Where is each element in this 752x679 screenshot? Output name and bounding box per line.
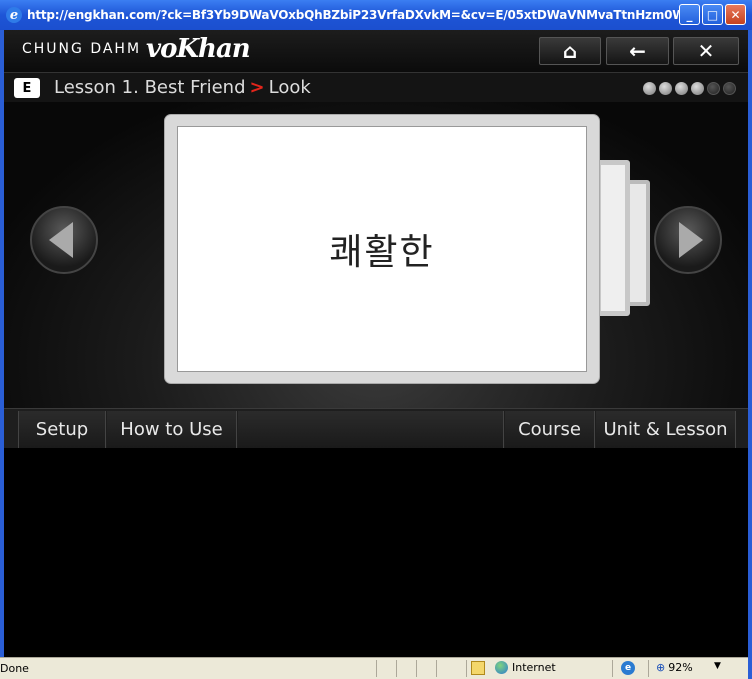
globe-icon — [495, 661, 508, 674]
window-title: http://engkhan.com/?ck=Bf3Yb9DWaVOxbQhBZ… — [27, 8, 697, 22]
previous-card-button[interactable] — [30, 206, 98, 274]
window-controls: _ □ ✕ — [679, 4, 746, 25]
flashcard[interactable]: 쾌활한 — [164, 114, 600, 384]
progress-dots — [643, 82, 736, 95]
flashcard-face: 쾌활한 — [177, 126, 587, 372]
zoom-level: 92% — [668, 661, 693, 674]
stacked-card — [596, 160, 630, 316]
title-bar: e http://engkhan.com/?ck=Bf3Yb9DWaVOxbQh… — [0, 0, 752, 30]
unit-lesson-button[interactable]: Unit & Lesson — [596, 411, 736, 448]
flashcard-stage: 쾌활한 — [4, 102, 748, 408]
left-arrow-icon — [49, 222, 73, 258]
brand-text: CHUNG DAHM — [22, 41, 142, 57]
maximize-button[interactable]: □ — [702, 4, 723, 25]
back-arrow-icon: ← — [629, 39, 646, 63]
zoom-control[interactable]: ⊕ 92% — [656, 661, 693, 674]
status-divider — [612, 660, 613, 677]
status-divider — [416, 660, 417, 677]
browser-window: e http://engkhan.com/?ck=Bf3Yb9DWaVOxbQh… — [0, 0, 752, 679]
zoom-icon: ⊕ — [656, 661, 666, 674]
course-button[interactable]: Course — [505, 411, 595, 448]
breadcrumb-bar: E Lesson 1. Best Friend > Look — [4, 72, 748, 102]
progress-dot — [643, 82, 656, 95]
status-divider — [648, 660, 649, 677]
close-window-button[interactable]: ✕ — [725, 4, 746, 25]
zone-label: Internet — [512, 661, 556, 674]
flashcard-word: 쾌활한 — [329, 232, 435, 273]
minimize-button[interactable]: _ — [679, 4, 700, 25]
status-divider — [436, 660, 437, 677]
bottom-nav-spacer — [238, 411, 504, 448]
vokhan-logo: voKhan — [146, 34, 251, 64]
progress-dot — [723, 82, 736, 95]
ie-icon: e — [6, 7, 22, 23]
breadcrumb-section: Look — [268, 77, 311, 98]
protected-mode-icon[interactable]: e — [621, 661, 635, 675]
home-button[interactable]: ⌂ — [539, 37, 601, 65]
setup-button[interactable]: Setup — [18, 411, 106, 448]
right-arrow-icon — [679, 222, 703, 258]
close-icon: ✕ — [697, 39, 715, 63]
status-divider — [376, 660, 377, 677]
status-divider — [396, 660, 397, 677]
next-card-button[interactable] — [654, 206, 722, 274]
progress-dot — [707, 82, 720, 95]
status-bar: Done Internet e ⊕ 92% ▼ — [0, 657, 748, 679]
status-divider — [466, 660, 467, 677]
progress-dot — [675, 82, 688, 95]
zone-indicator: Internet — [495, 661, 556, 674]
security-warning-icon[interactable] — [471, 661, 485, 675]
exit-button[interactable]: ✕ — [673, 37, 739, 65]
progress-dot — [659, 82, 672, 95]
progress-dot — [691, 82, 704, 95]
level-badge: E — [14, 78, 40, 98]
home-icon: ⌂ — [562, 39, 578, 63]
bottom-nav: Setup How to Use Course Unit & Lesson — [4, 408, 748, 448]
zoom-dropdown-icon[interactable]: ▼ — [714, 661, 721, 671]
status-text: Done — [0, 662, 29, 675]
breadcrumb-lesson: Lesson 1. Best Friend — [54, 77, 246, 98]
how-to-use-button[interactable]: How to Use — [107, 411, 237, 448]
app-header: CHUNG DAHM voKhan ⌂ ← ✕ — [4, 30, 748, 72]
breadcrumb: Lesson 1. Best Friend > Look — [54, 77, 311, 98]
breadcrumb-separator: > — [249, 77, 265, 98]
content-area — [4, 448, 748, 656]
back-button[interactable]: ← — [606, 37, 669, 65]
